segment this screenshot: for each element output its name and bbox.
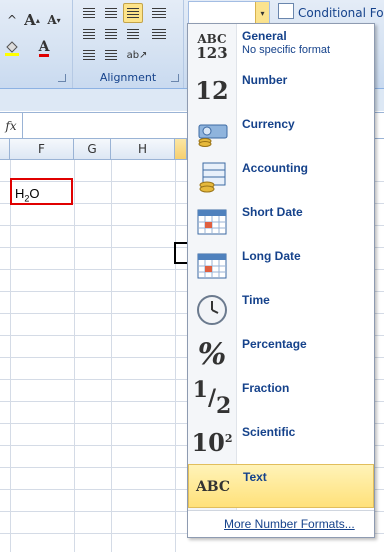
menu-item-label: General — [242, 29, 287, 43]
clock-icon — [192, 292, 232, 328]
gridline — [111, 160, 112, 552]
conditional-formatting-label: Conditional For — [298, 6, 384, 20]
align-center-icon — [105, 29, 117, 39]
menu-item-label: Short Date — [242, 205, 303, 219]
number-12-icon: 12 — [195, 75, 229, 105]
fraction-icon: 1/2 — [192, 377, 232, 419]
align-top-button[interactable] — [79, 3, 99, 23]
increase-indent-button[interactable] — [101, 45, 121, 65]
align-bottom-icon — [127, 8, 139, 18]
align-bottom-button[interactable] — [123, 3, 143, 23]
decrease-indent-button[interactable] — [79, 45, 99, 65]
menu-item-label: Text — [243, 470, 267, 484]
menu-item-label: Time — [242, 293, 270, 307]
abc-123-icon: ABC 123 — [196, 32, 228, 62]
align-middle-icon — [105, 8, 117, 18]
align-middle-button[interactable] — [101, 3, 121, 23]
menu-item-general[interactable]: ABC 123 General No specific format — [188, 24, 374, 68]
merge-center-icon — [152, 29, 166, 39]
alignment-group-label: Alignment — [99, 71, 157, 84]
wrap-text-button[interactable] — [149, 3, 169, 23]
calendar-icon — [192, 248, 232, 284]
more-number-formats-link[interactable]: More Number Formats... — [188, 510, 374, 537]
menu-item-label: Number — [242, 73, 288, 87]
number-format-combo[interactable]: ▾ — [188, 1, 270, 25]
number-format-menu: ABC 123 General No specific format 12 Nu… — [187, 23, 375, 538]
accounting-icon — [192, 160, 232, 196]
align-top-icon — [83, 8, 95, 18]
menu-item-label: Scientific — [242, 425, 296, 439]
alignment-group: ab↗ Alignment — [72, 0, 184, 88]
menu-item-label: Long Date — [242, 249, 301, 263]
menu-item-number[interactable]: 12 Number — [188, 68, 374, 112]
column-header-partial[interactable] — [0, 139, 10, 160]
align-right-button[interactable] — [123, 24, 143, 44]
column-header-i-partial[interactable] — [175, 139, 187, 160]
cell-text-tail: O — [29, 186, 40, 201]
font-color-button[interactable]: A — [34, 38, 54, 58]
scientific-icon: 102 — [191, 427, 233, 457]
menu-item-currency[interactable]: Currency — [188, 112, 374, 156]
menu-item-short-date[interactable]: Short Date — [188, 200, 374, 244]
cell-f-h2o[interactable]: H2O — [10, 178, 73, 205]
orientation-icon: ab↗ — [126, 49, 148, 61]
grow-font-button[interactable]: A ▴ — [22, 10, 42, 30]
align-right-icon — [127, 29, 139, 39]
gridline — [74, 160, 75, 552]
column-header-g[interactable]: G — [74, 139, 111, 160]
font-color-icon: A — [38, 38, 50, 57]
number-format-dropdown-button[interactable]: ▾ — [255, 2, 269, 24]
merge-center-button[interactable] — [149, 24, 169, 44]
column-header-f[interactable]: F — [10, 139, 74, 160]
menu-item-text[interactable]: ABC Text — [188, 464, 374, 508]
calendar-icon — [192, 204, 232, 240]
chevron-down-icon: ▾ — [260, 8, 265, 18]
menu-item-label: Accounting — [242, 161, 308, 175]
menu-item-accounting[interactable]: Accounting — [188, 156, 374, 200]
increase-indent-icon — [105, 50, 117, 60]
orientation-button[interactable]: ab↗ — [126, 45, 148, 65]
gridline — [10, 160, 11, 552]
menu-item-long-date[interactable]: Long Date — [188, 244, 374, 288]
currency-icon — [192, 116, 232, 152]
conditional-formatting-button[interactable]: Conditional For — [278, 3, 384, 20]
menu-item-label: Percentage — [242, 337, 307, 351]
alignment-dialog-launcher[interactable] — [171, 74, 179, 82]
font-size-arrow-icon[interactable]: ^ — [2, 10, 22, 30]
fill-color-button[interactable] — [2, 38, 22, 58]
more-number-formats-label: More Number Formats... — [224, 517, 355, 531]
fx-icon: fx — [5, 118, 17, 133]
percent-icon: % — [197, 336, 227, 372]
menu-item-sublabel: No specific format — [242, 44, 331, 56]
menu-item-time[interactable]: Time — [188, 288, 374, 332]
conditional-formatting-icon — [278, 3, 294, 19]
align-center-button[interactable] — [101, 24, 121, 44]
menu-item-fraction[interactable]: 1/2 Fraction — [188, 376, 374, 420]
align-left-button[interactable] — [79, 24, 99, 44]
insert-function-button[interactable]: fx — [0, 113, 23, 138]
shrink-font-button[interactable]: A ▾ — [44, 10, 64, 30]
font-dialog-launcher[interactable] — [58, 74, 66, 82]
menu-item-percentage[interactable]: % Percentage — [188, 332, 374, 376]
align-left-icon — [83, 29, 95, 39]
cell-text-main: H — [15, 186, 25, 201]
gridline — [175, 160, 176, 552]
font-group: ^ A ▴ A ▾ A — [0, 0, 70, 88]
menu-item-label: Currency — [242, 117, 295, 131]
wrap-text-icon — [152, 8, 166, 18]
abc-text-icon: ABC — [195, 479, 231, 495]
paint-bucket-icon — [5, 41, 19, 56]
decrease-indent-icon — [83, 50, 95, 60]
menu-item-label: Fraction — [242, 381, 290, 395]
menu-item-scientific[interactable]: 102 Scientific — [188, 420, 374, 464]
column-header-h[interactable]: H — [111, 139, 175, 160]
